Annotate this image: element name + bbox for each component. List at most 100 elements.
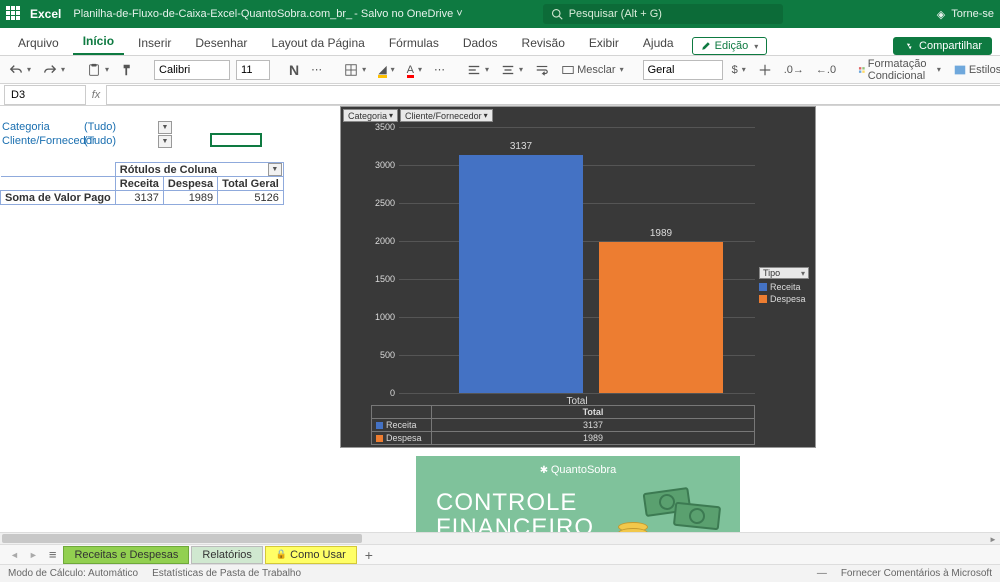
calc-mode-label[interactable]: Modo de Cálculo: Automático <box>8 568 138 579</box>
chart-legend-title-button[interactable]: Tipo▾ <box>759 267 809 279</box>
legend-item: Receita <box>759 282 809 292</box>
tab-desenhar[interactable]: Desenhar <box>185 31 257 55</box>
sheet-tab[interactable]: Receitas e Despesas <box>63 546 189 564</box>
font-color-button[interactable]: A▾ <box>404 62 425 78</box>
feedback-link[interactable]: Fornecer Comentários à Microsoft <box>841 568 992 579</box>
chart-data-table: TotalReceita3137Despesa1989 <box>371 405 755 445</box>
tab-exibir[interactable]: Exibir <box>579 31 629 55</box>
banner-title: CONTROLE FINANCEIRO <box>436 490 594 536</box>
formula-bar-row: fx <box>0 84 1000 106</box>
pivot-row-label: Soma de Valor Pago <box>1 191 116 205</box>
search-placeholder: Pesquisar (Alt + G) <box>569 8 662 20</box>
formula-bar[interactable] <box>106 85 1000 105</box>
merge-button[interactable]: Mesclar▾ <box>558 61 627 79</box>
pivot-filter-value: (Tudo) <box>84 121 158 133</box>
redo-button[interactable]: ▾ <box>40 61 68 79</box>
chart-bar[interactable]: 1989 <box>599 242 723 393</box>
filter-dropdown-icon[interactable]: ▼ <box>268 163 282 176</box>
name-box[interactable] <box>4 85 86 105</box>
worksheet-area[interactable]: Categoria (Tudo) ▼ Cliente/Fornecedor (T… <box>0 106 1000 536</box>
chart-plot-area: 0500100015002000250030003500 Total 31371… <box>371 127 755 407</box>
tab-revisao[interactable]: Revisão <box>512 31 575 55</box>
pivot-filter-area: Categoria (Tudo) ▼ Cliente/Fornecedor (T… <box>0 120 172 148</box>
search-input[interactable]: Pesquisar (Alt + G) <box>543 4 783 24</box>
pivot-chart[interactable]: Categoria▾ Cliente/Fornecedor▾ 050010001… <box>340 106 816 448</box>
tab-layout[interactable]: Layout da Página <box>261 31 374 55</box>
sheet-nav-prev[interactable]: ◄ <box>6 550 23 560</box>
conditional-formatting-button[interactable]: Formatação Condicional▾ <box>855 56 944 84</box>
paste-button[interactable]: ▾ <box>84 61 112 79</box>
pivot-col-header: Rótulos de Coluna <box>120 164 217 176</box>
align-center-button[interactable]: ▾ <box>498 61 526 79</box>
percent-button[interactable] <box>755 61 775 79</box>
pivot-column: Total Geral <box>218 177 284 191</box>
status-bar: Modo de Cálculo: Automático Estatísticas… <box>0 564 1000 582</box>
app-name: Excel <box>30 7 61 21</box>
share-button[interactable]: Compartilhar <box>893 37 992 55</box>
borders-button[interactable]: ▾ <box>341 61 369 79</box>
editing-mode-button[interactable]: Edição▾ <box>692 37 768 55</box>
tab-ajuda[interactable]: Ajuda <box>633 31 684 55</box>
pivot-filter-label: Categoria <box>0 121 84 133</box>
search-icon <box>551 8 563 20</box>
filter-dropdown-icon[interactable]: ▼ <box>158 135 172 148</box>
status-separator: — <box>817 568 827 579</box>
font-name-select[interactable] <box>154 60 230 80</box>
legend-item: Despesa <box>759 294 809 304</box>
decimal-inc-button[interactable]: .0→ <box>781 62 807 78</box>
chart-filter-button[interactable]: Categoria▾ <box>343 109 398 122</box>
decimal-dec-button[interactable]: ←.0 <box>813 62 839 78</box>
add-sheet-button[interactable]: + <box>359 545 379 565</box>
promo-banner: QuantoSobra CONTROLE FINANCEIRO <box>416 456 740 536</box>
tab-formulas[interactable]: Fórmulas <box>379 31 449 55</box>
lock-icon: 🔒 <box>276 549 287 560</box>
all-sheets-button[interactable]: ≡ <box>44 547 62 562</box>
active-cell-selection[interactable] <box>210 133 262 147</box>
fx-icon[interactable]: fx <box>86 89 106 101</box>
font-size-select[interactable] <box>236 60 270 80</box>
tab-inserir[interactable]: Inserir <box>128 31 181 55</box>
more-font-button[interactable]: ⋯ <box>308 61 325 78</box>
share-icon <box>903 41 914 52</box>
save-location[interactable]: - Salvo no OneDrive ˅ <box>354 8 463 20</box>
sheet-tab-bar: ◄ ► ≡ Receitas e DespesasRelatórios🔒Como… <box>0 544 1000 564</box>
pivot-column: Despesa <box>163 177 217 191</box>
bold-button[interactable]: N <box>286 62 302 78</box>
align-left-button[interactable]: ▾ <box>464 61 492 79</box>
currency-button[interactable]: $▾ <box>729 62 749 78</box>
banner-brand: QuantoSobra <box>416 464 740 476</box>
more-font2-button[interactable]: ⋯ <box>431 61 448 78</box>
fill-color-button[interactable]: ◢▾ <box>375 61 397 78</box>
number-format-select[interactable] <box>643 60 723 80</box>
sheet-nav-next[interactable]: ► <box>25 550 42 560</box>
chart-bar[interactable]: 3137 <box>459 155 583 393</box>
pivot-value: 1989 <box>163 191 217 205</box>
account-link[interactable]: Torne-se <box>951 8 994 20</box>
format-painter-button[interactable] <box>118 61 138 79</box>
tab-inicio[interactable]: Início <box>73 29 124 55</box>
pivot-table[interactable]: Rótulos de Coluna ▼ Receita Despesa Total… <box>0 162 284 205</box>
chart-filter-button[interactable]: Cliente/Fornecedor▾ <box>400 109 493 122</box>
filter-dropdown-icon[interactable]: ▼ <box>158 121 172 134</box>
horizontal-scrollbar[interactable]: ◄ ► <box>0 532 1000 544</box>
chart-legend: Tipo▾ Receita Despesa <box>759 267 809 306</box>
sheet-tab[interactable]: 🔒Como Usar <box>265 546 357 564</box>
tab-dados[interactable]: Dados <box>453 31 508 55</box>
premium-icon[interactable]: ◈ <box>937 8 945 21</box>
pivot-value: 5126 <box>218 191 284 205</box>
scrollbar-thumb[interactable] <box>2 534 362 543</box>
ribbon-toolbar: ▾ ▾ ▾ N ⋯ ▾ ◢▾ A▾ ⋯ ▾ ▾ Mesclar▾ $▾ .0→ … <box>0 56 1000 84</box>
pencil-icon <box>701 41 711 51</box>
pivot-column: Receita <box>115 177 163 191</box>
tab-arquivo[interactable]: Arquivo <box>8 31 69 55</box>
undo-button[interactable]: ▾ <box>6 61 34 79</box>
pivot-filter-label: Cliente/Fornecedor <box>0 135 84 147</box>
app-launcher-icon[interactable] <box>6 6 22 22</box>
title-bar: Excel Planilha-de-Fluxo-de-Caixa-Excel-Q… <box>0 0 1000 28</box>
wrap-text-button[interactable] <box>532 61 552 79</box>
money-illustration <box>630 486 730 536</box>
workbook-stats-label[interactable]: Estatísticas de Pasta de Trabalho <box>152 568 301 579</box>
styles-button[interactable]: Estilos▾ <box>950 61 1000 79</box>
sheet-tab[interactable]: Relatórios <box>191 546 263 564</box>
document-name[interactable]: Planilha-de-Fluxo-de-Caixa-Excel-QuantoS… <box>73 8 352 20</box>
